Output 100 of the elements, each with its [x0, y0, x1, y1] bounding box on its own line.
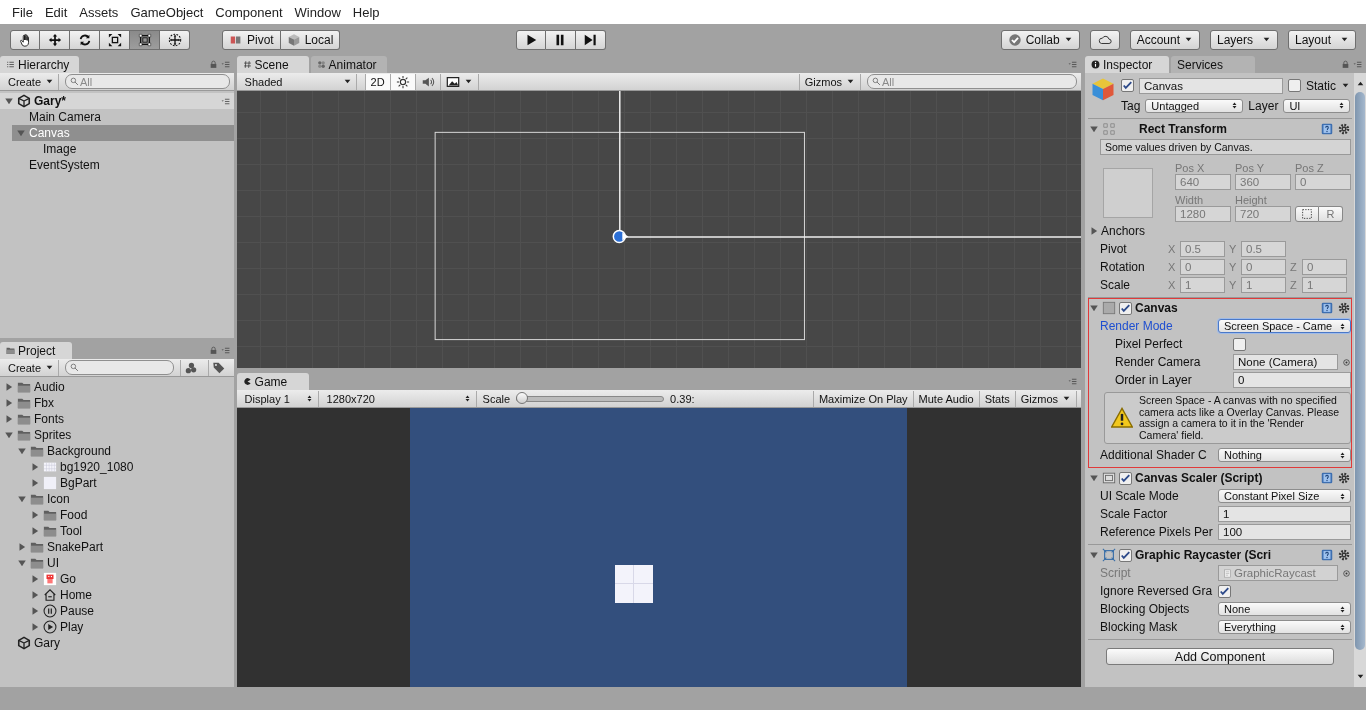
project-item[interactable]: Food: [26, 507, 234, 523]
slider-thumb[interactable]: [516, 391, 529, 404]
menu-icon[interactable]: [1068, 59, 1077, 69]
expand-triangle-icon[interactable]: [17, 558, 27, 568]
search-field[interactable]: All: [867, 74, 1077, 89]
effects-dropdown[interactable]: [439, 73, 479, 90]
tool-button[interactable]: [100, 29, 130, 50]
toolbar-button[interactable]: Mute Audio: [912, 390, 979, 407]
caret-icon[interactable]: [1355, 672, 1365, 681]
dropdown[interactable]: Screen Space - Came: [1218, 319, 1351, 333]
panel-tab[interactable]: Services: [1171, 56, 1255, 73]
expand-triangle-icon[interactable]: [30, 590, 40, 600]
dropdown[interactable]: Nothing: [1218, 448, 1351, 462]
expand-triangle-icon[interactable]: [30, 622, 40, 632]
gizmos-dropdown[interactable]: Gizmos: [798, 73, 861, 90]
expand-triangle-icon[interactable]: [16, 128, 26, 138]
project-item[interactable]: Pause: [26, 603, 234, 619]
search-input[interactable]: All: [80, 75, 225, 88]
settings-icon[interactable]: [1337, 548, 1351, 562]
expand-triangle-icon[interactable]: [17, 542, 27, 552]
shading-dropdown[interactable]: Shaded: [240, 73, 357, 90]
play-button[interactable]: [515, 29, 546, 50]
number-field[interactable]: 0: [1233, 372, 1351, 388]
checkbox[interactable]: [1233, 337, 1246, 351]
toolbar-button[interactable]: Gizmos: [1014, 390, 1077, 407]
expand-triangle-icon[interactable]: [30, 478, 40, 488]
expand-triangle-icon[interactable]: [30, 462, 40, 472]
expand-triangle-icon[interactable]: [30, 510, 40, 520]
tool-button[interactable]: [40, 29, 70, 50]
blueprint-button[interactable]: [1295, 206, 1319, 222]
add-component-button[interactable]: Add Component: [1106, 648, 1334, 665]
account-dropdown[interactable]: Account: [1129, 29, 1200, 50]
panel-tab[interactable]: Inspector: [1085, 56, 1169, 73]
lock-icon[interactable]: [1341, 59, 1350, 69]
dropdown[interactable]: Everything: [1218, 620, 1351, 634]
menu-item[interactable]: Edit: [38, 4, 74, 20]
help-book-icon[interactable]: [1320, 471, 1334, 485]
canvas-gizmo-icon[interactable]: [612, 229, 628, 244]
expand-triangle-icon[interactable]: [4, 398, 14, 408]
menu-item[interactable]: File: [6, 4, 39, 20]
scale-slider[interactable]: [516, 395, 665, 402]
name-field[interactable]: Canvas: [1139, 77, 1283, 94]
panel-tab[interactable]: Animator: [310, 56, 387, 73]
expand-triangle-icon[interactable]: [17, 494, 27, 504]
lock-icon[interactable]: [208, 59, 218, 69]
search-field[interactable]: [65, 360, 174, 375]
tool-button[interactable]: [10, 29, 40, 50]
project-item[interactable]: bg1920_1080: [26, 459, 234, 475]
layers-dropdown[interactable]: Layers: [1210, 29, 1278, 50]
checkbox[interactable]: [1119, 548, 1132, 562]
number-field[interactable]: 100: [1218, 524, 1351, 540]
help-book-icon[interactable]: [1320, 301, 1334, 315]
settings-icon[interactable]: [1337, 301, 1351, 315]
settings-icon[interactable]: [1337, 471, 1351, 485]
project-item[interactable]: Gary: [0, 635, 234, 651]
panel-tab[interactable]: Game: [236, 373, 309, 390]
expand-triangle-icon[interactable]: [4, 96, 14, 106]
tool-button[interactable]: [130, 29, 160, 50]
project-item[interactable]: Fbx: [0, 395, 234, 411]
resolution-dropdown[interactable]: 1280x720: [322, 390, 477, 407]
menu-icon[interactable]: [220, 59, 230, 69]
tool-button[interactable]: [70, 29, 100, 50]
checkbox[interactable]: [1119, 301, 1132, 315]
project-item[interactable]: Go: [26, 571, 234, 587]
help-book-icon[interactable]: [1320, 122, 1334, 136]
search-input[interactable]: All: [882, 75, 1072, 88]
scrollbar[interactable]: [1354, 73, 1366, 687]
menu-item[interactable]: Assets: [73, 4, 125, 20]
raw-edit-button[interactable]: R: [1319, 206, 1343, 222]
help-book-icon[interactable]: [1320, 548, 1334, 562]
panel-tab[interactable]: Project: [0, 342, 72, 359]
local-button[interactable]: Local: [280, 29, 341, 50]
project-item[interactable]: Fonts: [0, 411, 234, 427]
lock-icon[interactable]: [208, 345, 218, 355]
lighting-toggle[interactable]: [389, 73, 415, 90]
project-item[interactable]: Home: [26, 587, 234, 603]
tool-button[interactable]: [160, 29, 190, 50]
cloud-button[interactable]: [1089, 29, 1120, 50]
expand-triangle-icon[interactable]: [4, 382, 14, 392]
scrollbar-thumb[interactable]: [1355, 92, 1365, 650]
checkbox[interactable]: [1119, 471, 1132, 485]
dropdown[interactable]: Constant Pixel Size: [1218, 489, 1351, 503]
project-item[interactable]: Background: [13, 443, 234, 459]
toolbar-button[interactable]: Maximize On Play: [812, 390, 913, 407]
target-icon[interactable]: [1342, 357, 1351, 367]
project-item[interactable]: Tool: [26, 523, 234, 539]
menu-icon[interactable]: [220, 96, 230, 106]
scene-row[interactable]: Gary*: [0, 93, 234, 109]
expand-triangle-icon[interactable]: [4, 430, 14, 440]
menu-item[interactable]: Help: [346, 4, 386, 20]
layout-dropdown[interactable]: Layout: [1288, 29, 1356, 50]
step-button[interactable]: [575, 29, 606, 50]
object-field[interactable]: None (Camera): [1233, 354, 1338, 370]
project-item[interactable]: Icon: [13, 491, 234, 507]
project-item[interactable]: SnakePart: [13, 539, 234, 555]
collab-button[interactable]: Collab: [1000, 29, 1080, 50]
menu-icon[interactable]: [220, 345, 230, 355]
display-dropdown[interactable]: Display 1: [240, 390, 319, 407]
pause-button[interactable]: [545, 29, 576, 50]
menu-icon[interactable]: [1068, 376, 1077, 386]
